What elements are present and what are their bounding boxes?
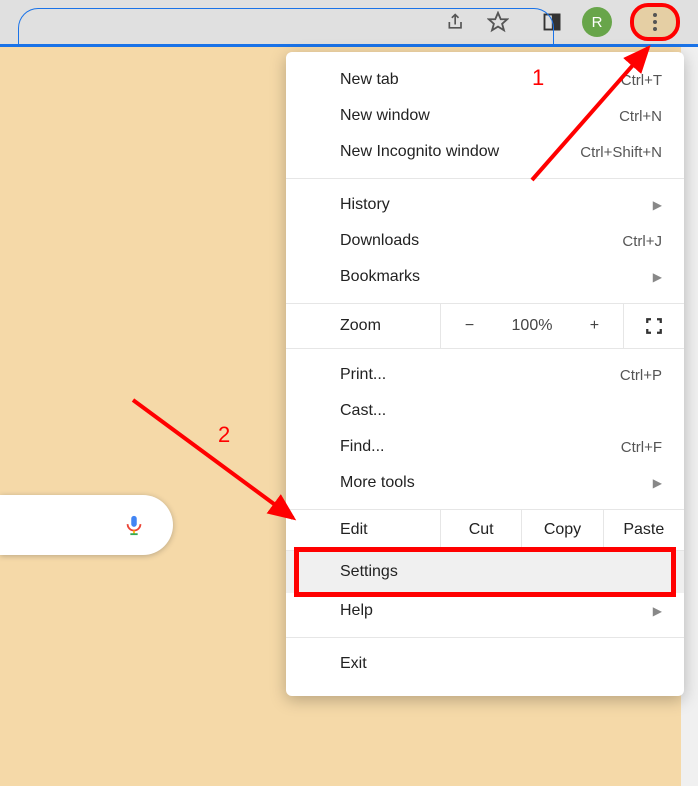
profile-avatar[interactable]: R: [582, 7, 612, 37]
chevron-right-icon: ▶: [653, 476, 662, 490]
chevron-right-icon: ▶: [653, 198, 662, 212]
menu-item-history[interactable]: History▶: [286, 187, 684, 223]
menu-item-help[interactable]: Help▶: [286, 593, 684, 629]
search-bar-fragment[interactable]: [0, 495, 173, 555]
edit-cut-button[interactable]: Cut: [440, 510, 521, 550]
menu-item-zoom: Zoom − 100% +: [286, 304, 684, 348]
chrome-main-menu: New tabCtrl+T New windowCtrl+N New Incog…: [286, 52, 684, 696]
menu-item-bookmarks[interactable]: Bookmarks▶: [286, 259, 684, 295]
menu-item-new-tab[interactable]: New tabCtrl+T: [286, 62, 684, 98]
kebab-menu-button[interactable]: [630, 3, 680, 41]
menu-item-find[interactable]: Find...Ctrl+F: [286, 429, 684, 465]
side-panel-icon[interactable]: [540, 10, 564, 34]
zoom-value: 100%: [512, 317, 553, 335]
chevron-right-icon: ▶: [653, 604, 662, 618]
menu-item-cast[interactable]: Cast...: [286, 393, 684, 429]
profile-letter: R: [592, 14, 603, 31]
edit-copy-button[interactable]: Copy: [521, 510, 602, 550]
menu-item-new-window[interactable]: New windowCtrl+N: [286, 98, 684, 134]
menu-item-exit[interactable]: Exit: [286, 646, 684, 682]
browser-toolbar: R: [0, 0, 698, 45]
menu-item-settings[interactable]: Settings: [286, 551, 684, 593]
menu-item-downloads[interactable]: DownloadsCtrl+J: [286, 223, 684, 259]
annotation-number-2: 2: [218, 422, 230, 448]
zoom-out-button[interactable]: −: [450, 317, 490, 335]
menu-item-more-tools[interactable]: More tools▶: [286, 465, 684, 501]
fullscreen-button[interactable]: [623, 304, 684, 348]
mic-icon[interactable]: [123, 511, 145, 539]
edit-paste-button[interactable]: Paste: [603, 510, 684, 550]
zoom-in-button[interactable]: +: [574, 317, 614, 335]
bookmark-star-icon[interactable]: [486, 10, 510, 34]
menu-item-print[interactable]: Print...Ctrl+P: [286, 357, 684, 393]
menu-item-new-incognito[interactable]: New Incognito windowCtrl+Shift+N: [286, 134, 684, 170]
chevron-right-icon: ▶: [653, 270, 662, 284]
menu-item-edit: Edit Cut Copy Paste: [286, 510, 684, 550]
share-icon[interactable]: [444, 10, 468, 34]
